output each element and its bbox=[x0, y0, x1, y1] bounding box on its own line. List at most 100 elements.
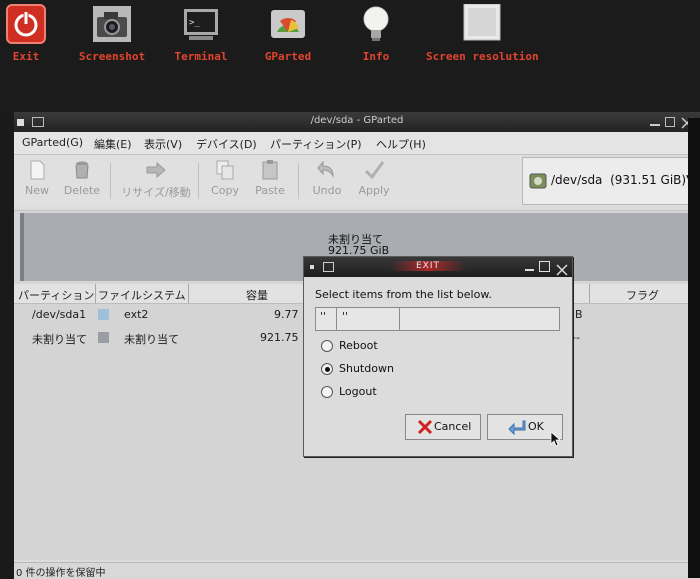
menu-gparted[interactable]: GParted(G) bbox=[22, 136, 83, 149]
radio-button[interactable] bbox=[321, 363, 333, 375]
terminal-icon: >_ bbox=[181, 4, 221, 44]
dialog-titlebar[interactable]: EXIT bbox=[304, 257, 572, 277]
camera-icon bbox=[92, 4, 132, 44]
launcher-gparted[interactable]: GParted bbox=[262, 4, 314, 63]
power-icon bbox=[6, 4, 46, 44]
toolbar-separator bbox=[110, 163, 111, 199]
device-size: (931.51 GiB) bbox=[610, 173, 687, 187]
menu-partition[interactable]: パーティション(P) bbox=[270, 136, 362, 152]
launcher-screen-resolution[interactable]: Screen resolution bbox=[426, 3, 539, 63]
pending-operations-status: 0 件の操作を保留中 bbox=[16, 568, 106, 579]
column-divider bbox=[399, 308, 400, 330]
column-divider bbox=[95, 284, 96, 303]
monitor-icon bbox=[462, 3, 502, 44]
option-label: Reboot bbox=[339, 339, 378, 352]
cell-used: -- bbox=[572, 331, 580, 344]
minimize-icon[interactable] bbox=[525, 269, 534, 271]
gparted-icon bbox=[268, 4, 308, 44]
cell-partition: 未割り当て bbox=[32, 333, 87, 346]
column-divider bbox=[188, 284, 189, 303]
close-icon[interactable] bbox=[556, 261, 568, 276]
column-flags[interactable]: フラグ bbox=[626, 287, 659, 303]
column-divider bbox=[336, 308, 337, 330]
maximize-icon[interactable] bbox=[665, 117, 675, 127]
cancel-x-icon bbox=[417, 419, 433, 438]
cell-capacity: 921.75 bbox=[260, 331, 299, 344]
device-path: /dev/sda bbox=[551, 173, 603, 187]
copy-icon bbox=[214, 159, 236, 181]
option-label: Shutdown bbox=[339, 362, 394, 375]
option-reboot[interactable]: Reboot bbox=[319, 337, 539, 357]
option-shutdown[interactable]: Shutdown bbox=[319, 360, 539, 380]
resize-move-label: リサイズ/移動 bbox=[121, 186, 191, 199]
window-titlebar[interactable]: /dev/sda - GParted bbox=[14, 112, 700, 132]
mouse-cursor-icon bbox=[550, 431, 562, 447]
cancel-button[interactable]: Cancel bbox=[405, 414, 481, 440]
option-label: Logout bbox=[339, 385, 377, 398]
toolbar-separator bbox=[198, 163, 199, 199]
toolbar-separator bbox=[298, 163, 299, 199]
option-logout[interactable]: Logout bbox=[319, 383, 539, 403]
menu-edit[interactable]: 編集(E) bbox=[94, 136, 132, 152]
paste-button[interactable]: Paste bbox=[252, 159, 288, 197]
undo-button-label: Undo bbox=[312, 184, 342, 197]
launcher-label: Info bbox=[362, 50, 390, 63]
new-button[interactable]: New bbox=[22, 159, 52, 197]
delete-button[interactable]: Delete bbox=[62, 159, 102, 197]
disk-icon bbox=[529, 172, 547, 190]
resize-arrow-icon bbox=[145, 159, 167, 181]
paste-icon bbox=[259, 159, 281, 181]
dialog-title: EXIT bbox=[390, 261, 466, 271]
cell-filesystem: 未割り当て bbox=[124, 333, 179, 346]
device-label: /dev/sda (931.51 GiB) bbox=[551, 173, 686, 187]
screen-edge bbox=[688, 118, 700, 578]
device-selector[interactable]: /dev/sda (931.51 GiB) ▼ bbox=[522, 157, 700, 205]
enter-arrow-icon bbox=[508, 419, 526, 438]
apply-button-label: Apply bbox=[358, 184, 390, 197]
launcher-screenshot[interactable]: Screenshot bbox=[78, 4, 146, 63]
trash-icon bbox=[71, 159, 93, 181]
exit-dialog: EXIT Select items from the list below. '… bbox=[303, 256, 573, 457]
list-header-cell[interactable]: '' bbox=[342, 310, 348, 323]
desktop-launcher-bar: Exit Screenshot >_ Terminal GParted Info… bbox=[0, 0, 700, 110]
column-partition[interactable]: パーティション bbox=[18, 287, 94, 303]
cell-capacity: 9.77 bbox=[274, 308, 299, 321]
list-header-cell[interactable]: '' bbox=[320, 310, 326, 323]
lightbulb-icon bbox=[356, 4, 396, 44]
column-filesystem[interactable]: ファイルシステム bbox=[98, 287, 186, 303]
undo-button[interactable]: Undo bbox=[310, 159, 344, 197]
radio-button[interactable] bbox=[321, 386, 333, 398]
launcher-exit[interactable]: Exit bbox=[4, 4, 48, 63]
apply-button[interactable]: Apply bbox=[356, 159, 392, 197]
column-capacity[interactable]: 容量 bbox=[246, 287, 268, 303]
options-list: '' '' Reboot Shutdown Logout bbox=[315, 307, 560, 431]
menu-help[interactable]: ヘルプ(H) bbox=[376, 136, 426, 152]
new-document-icon bbox=[26, 159, 48, 181]
launcher-label: Terminal bbox=[174, 50, 228, 63]
toolbar: New Delete リサイズ/移動 Copy Paste Undo Apply bbox=[14, 155, 522, 207]
dialog-menu-icon[interactable] bbox=[310, 265, 314, 269]
dialog-prompt: Select items from the list below. bbox=[315, 288, 492, 301]
paste-button-label: Paste bbox=[255, 184, 285, 197]
partition-segment-sda1[interactable] bbox=[20, 213, 24, 281]
launcher-terminal[interactable]: >_ Terminal bbox=[172, 4, 230, 63]
window-title: /dev/sda - GParted bbox=[310, 115, 404, 126]
new-button-label: New bbox=[25, 184, 49, 197]
minimize-icon[interactable] bbox=[650, 124, 660, 126]
radio-button[interactable] bbox=[321, 340, 333, 352]
resize-move-button[interactable]: リサイズ/移動 bbox=[118, 159, 194, 200]
maximize-icon[interactable] bbox=[539, 261, 550, 272]
menu-view[interactable]: 表示(V) bbox=[144, 136, 182, 152]
cell-filesystem: ext2 bbox=[124, 308, 149, 321]
launcher-label: GParted bbox=[264, 50, 312, 63]
launcher-label: Screenshot bbox=[78, 50, 146, 63]
column-divider bbox=[589, 284, 590, 303]
cell-used: iB bbox=[572, 308, 583, 321]
copy-button-label: Copy bbox=[211, 184, 239, 197]
copy-button[interactable]: Copy bbox=[208, 159, 242, 197]
cancel-button-label: Cancel bbox=[434, 420, 472, 433]
menu-bar: GParted(G) 編集(E) 表示(V) デバイス(D) パーティション(P… bbox=[14, 132, 700, 155]
menu-device[interactable]: デバイス(D) bbox=[196, 136, 257, 152]
launcher-label: Screen resolution bbox=[426, 50, 539, 63]
launcher-info[interactable]: Info bbox=[352, 4, 400, 63]
